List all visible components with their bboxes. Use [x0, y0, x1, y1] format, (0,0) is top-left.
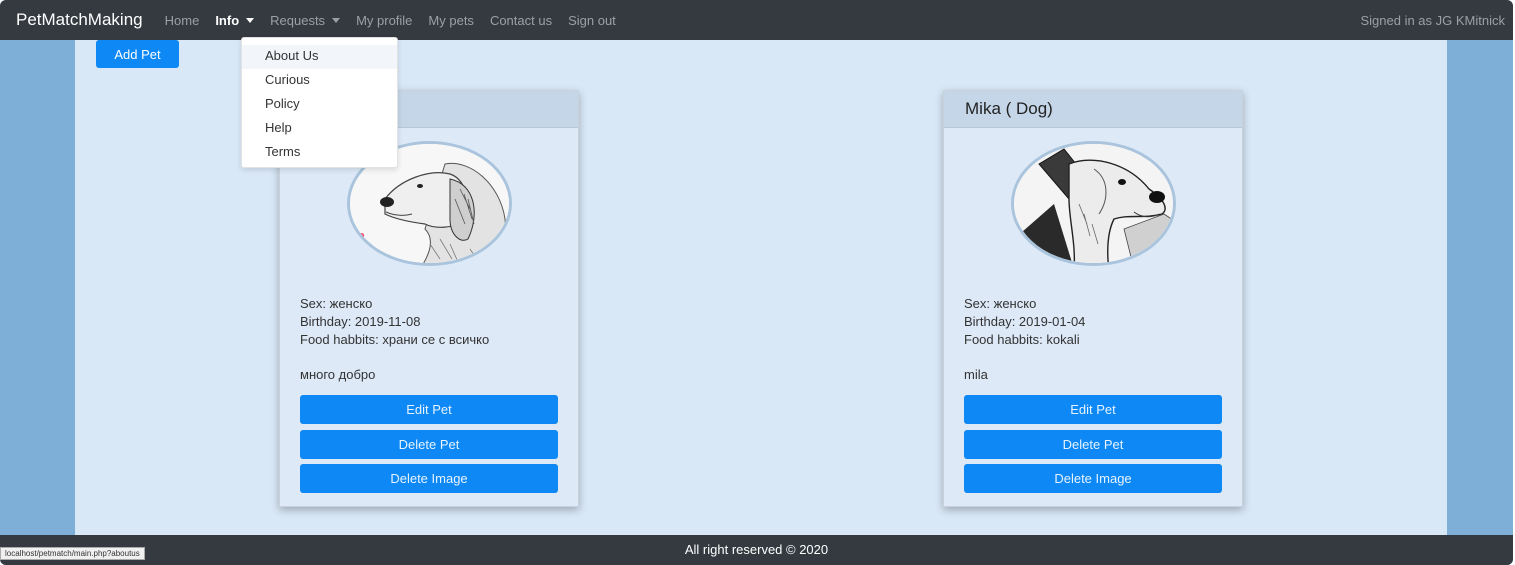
top-navbar: PetMatchMaking Home Info Requests My pro…	[0, 0, 1513, 40]
page-footer: All right reserved © 2020	[0, 535, 1513, 565]
pet-birthday: Birthday: 2019-01-04	[964, 314, 1086, 329]
dropdown-item-curious[interactable]: Curious	[242, 69, 397, 93]
nav-my-pets[interactable]: My pets	[428, 13, 474, 28]
pet-sex: Sex: женско	[964, 296, 1037, 311]
pet-info: Sex: женско Birthday: 2019-01-04 Food ha…	[964, 295, 1085, 349]
pet-description: mila	[964, 367, 988, 382]
pet-birthday: Birthday: 2019-11-08	[300, 314, 421, 329]
nav-requests[interactable]: Requests	[270, 12, 341, 28]
pet-food-habbits: Food habbits: храни се с всичко	[300, 332, 490, 347]
delete-pet-button[interactable]: Delete Pet	[964, 430, 1222, 459]
caret-down-icon	[246, 17, 255, 23]
pet-description: много добро	[300, 367, 376, 382]
brand-logo[interactable]: PetMatchMaking	[16, 10, 143, 30]
dropdown-item-about-us[interactable]: About Us	[242, 45, 397, 69]
status-bar-url: localhost/petmatch/main.php?aboutus	[0, 547, 145, 560]
add-pet-button[interactable]: Add Pet	[96, 40, 179, 68]
browser-viewport: PetMatchMaking Home Info Requests My pro…	[0, 0, 1513, 565]
nav-my-profile[interactable]: My profile	[356, 13, 412, 28]
pet-sex: Sex: женско	[300, 296, 373, 311]
pet-food-habbits: Food habbits: kokali	[964, 332, 1080, 347]
nav-info-label: Info	[215, 12, 240, 28]
dropdown-item-policy[interactable]: Policy	[242, 93, 397, 117]
edit-pet-button[interactable]: Edit Pet	[300, 395, 558, 424]
info-dropdown-menu: About Us Curious Policy Help Terms	[241, 37, 398, 168]
caret-down-icon	[332, 17, 341, 23]
nav-contact-us[interactable]: Contact us	[490, 13, 552, 28]
heart-icon: ●	[358, 228, 366, 242]
nav-info[interactable]: Info	[215, 12, 255, 28]
pet-info: Sex: женско Birthday: 2019-11-08 Food ha…	[300, 295, 489, 349]
nav-sign-out[interactable]: Sign out	[568, 13, 616, 28]
pet-card-title: Mika ( Dog)	[944, 91, 1242, 128]
delete-image-button[interactable]: Delete Image	[964, 464, 1222, 493]
dropdown-item-terms[interactable]: Terms	[242, 141, 397, 165]
nav-requests-label: Requests	[270, 12, 326, 28]
footer-copyright: All right reserved © 2020	[684, 542, 829, 557]
edit-pet-button[interactable]: Edit Pet	[964, 395, 1222, 424]
delete-pet-button[interactable]: Delete Pet	[300, 430, 558, 459]
delete-image-button[interactable]: Delete Image	[300, 464, 558, 493]
pet-photo	[1011, 141, 1176, 266]
dropdown-item-help[interactable]: Help	[242, 117, 397, 141]
pet-card: Mika ( Dog) Sex: женско Birthday: 2019-0…	[943, 90, 1243, 507]
signed-in-text: Signed in as JG KMitnick	[1360, 13, 1505, 28]
dog-sketch-image	[1014, 144, 1173, 263]
nav-home[interactable]: Home	[165, 13, 200, 28]
